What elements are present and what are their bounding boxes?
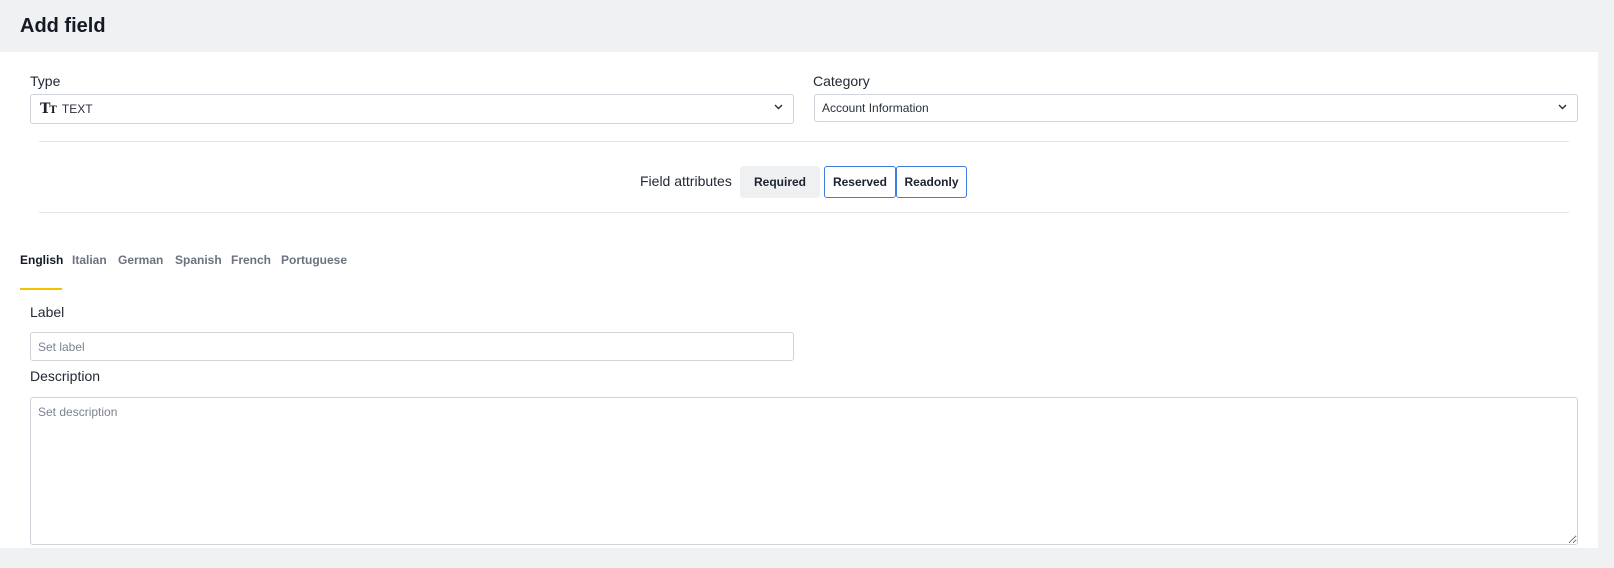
category-select[interactable]: Account Information [814, 94, 1578, 122]
tab-english[interactable]: English [20, 252, 63, 268]
required-toggle[interactable]: Required [740, 166, 820, 198]
divider-top [39, 141, 1569, 142]
tab-portuguese[interactable]: Portuguese [281, 252, 347, 268]
type-select[interactable]: TT TEXT [30, 94, 794, 124]
category-label: Category [813, 73, 870, 89]
label-input[interactable] [30, 332, 794, 361]
type-select-value: TEXT [61, 102, 93, 116]
text-type-icon: TT [40, 101, 57, 117]
readonly-toggle[interactable]: Readonly [896, 166, 967, 198]
tab-italian[interactable]: Italian [72, 252, 107, 268]
category-select-value: Account Information [822, 101, 929, 115]
tab-german[interactable]: German [118, 252, 163, 268]
tab-french[interactable]: French [231, 252, 271, 268]
reserved-toggle[interactable]: Reserved [824, 166, 896, 198]
page-title: Add field [20, 15, 106, 37]
field-attributes-title: Field attributes [640, 173, 732, 189]
type-label: Type [30, 73, 61, 89]
page-header: Add field [0, 0, 1614, 52]
tab-spanish[interactable]: Spanish [175, 252, 222, 268]
active-tab-indicator [20, 288, 62, 290]
chevron-down-icon [774, 104, 783, 110]
description-textarea[interactable] [30, 397, 1578, 545]
label-field-label: Label [30, 304, 65, 320]
description-field-label: Description [30, 368, 101, 384]
add-field-form: Type TT TEXT Category Account Informatio… [0, 52, 1598, 548]
divider-bottom [39, 212, 1569, 213]
chevron-down-icon [1558, 104, 1567, 110]
